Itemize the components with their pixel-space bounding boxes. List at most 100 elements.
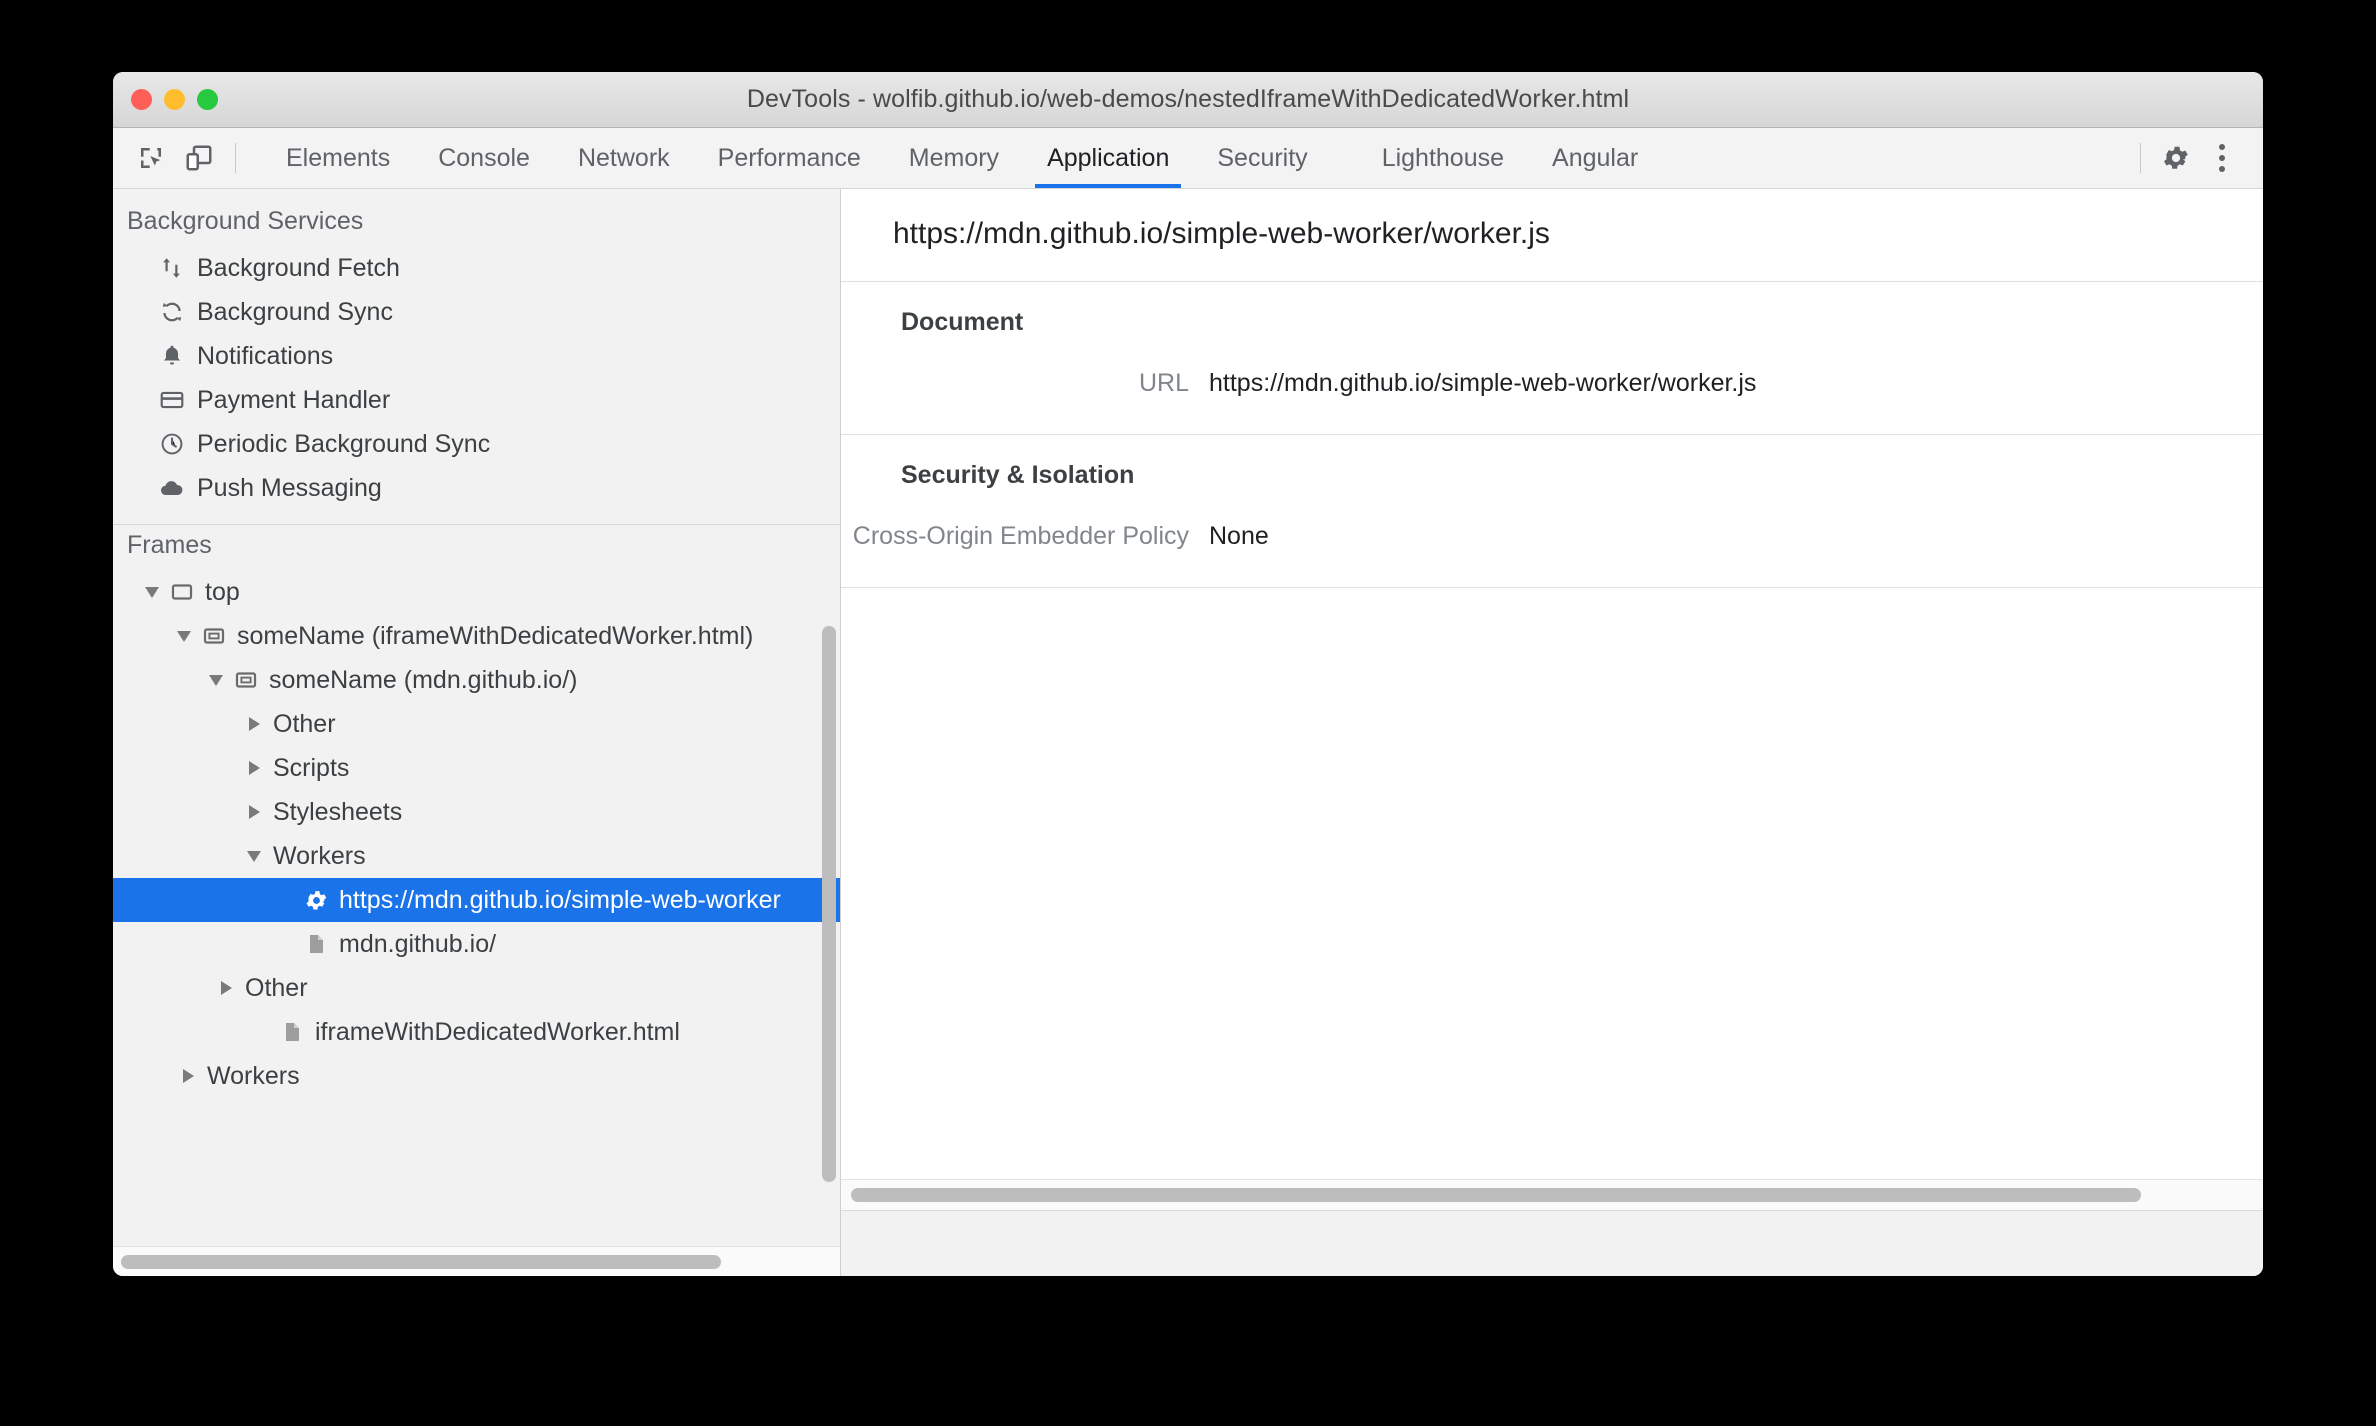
tab-elements[interactable]: Elements	[262, 128, 414, 188]
frame-details-scroll-area: https://mdn.github.io/simple-web-worker/…	[841, 189, 2263, 1179]
tree-row[interactable]: Other	[113, 966, 840, 1010]
inspect-element-icon[interactable]	[127, 128, 175, 188]
sidebar-item-background-sync[interactable]: Background Sync	[113, 290, 840, 334]
tree-row[interactable]: Stylesheets	[113, 790, 840, 834]
sidebar-item-periodic-background-sync[interactable]: Periodic Background Sync	[113, 422, 840, 466]
chevron-down-icon[interactable]	[203, 674, 229, 686]
sidebar-item-notifications[interactable]: Notifications	[113, 334, 840, 378]
tab-label: Memory	[908, 143, 1000, 172]
frame-top-icon	[165, 580, 199, 604]
tree-row[interactable]: top	[113, 570, 840, 614]
toolbar-divider-right	[2140, 143, 2141, 173]
chevron-down-icon[interactable]	[171, 630, 197, 642]
panel-horizontal-scrollbar-thumb[interactable]	[851, 1188, 2141, 1202]
tree-row[interactable]: Workers	[113, 834, 840, 878]
field-value[interactable]: https://mdn.github.io/simple-web-worker/…	[1189, 369, 1756, 398]
tree-row-label: mdn.github.io/	[339, 929, 497, 958]
panel-header: https://mdn.github.io/simple-web-worker/…	[841, 189, 2263, 282]
gear-icon[interactable]	[2153, 135, 2199, 181]
tab-angular[interactable]: Angular	[1528, 128, 1662, 188]
sidebar-item-push-messaging[interactable]: Push Messaging	[113, 466, 840, 510]
tree-row[interactable]: Workers	[113, 1054, 840, 1098]
tab-label: Performance	[717, 143, 861, 172]
devtools-tabbar: Elements Console Network Performance Mem…	[113, 128, 2263, 189]
document-icon	[275, 1020, 309, 1044]
sidebar-item-label: Background Fetch	[197, 253, 400, 282]
section-heading: Security & Isolation	[901, 461, 1135, 489]
cloud-icon	[159, 475, 197, 501]
sidebar-item-label: Payment Handler	[197, 385, 391, 414]
tab-application[interactable]: Application	[1023, 128, 1193, 188]
sidebar-item-payment-handler[interactable]: Payment Handler	[113, 378, 840, 422]
sidebar-item-label: Push Messaging	[197, 473, 382, 502]
sidebar-vertical-scrollbar[interactable]	[822, 626, 836, 1182]
tab-network[interactable]: Network	[554, 128, 694, 188]
panel-tabs: Elements Console Network Performance Mem…	[262, 128, 1662, 188]
chevron-down-icon[interactable]	[241, 850, 267, 862]
tab-performance[interactable]: Performance	[694, 128, 885, 188]
chevron-right-icon[interactable]	[241, 761, 267, 775]
sync-icon	[159, 299, 197, 325]
tree-row-label: Other	[273, 709, 336, 738]
tab-lighthouse[interactable]: Lighthouse	[1358, 128, 1528, 188]
device-toolbar-icon[interactable]	[175, 128, 223, 188]
panel-footer-area	[841, 1210, 2263, 1276]
bell-icon	[159, 343, 197, 369]
field-row-coep: Cross-Origin Embedder Policy None	[841, 516, 2263, 557]
tree-row-label: https://mdn.github.io/simple-web-worker	[339, 885, 781, 914]
sidebar-horizontal-scrollbar-track[interactable]	[113, 1246, 840, 1276]
devtools-body: Background Services Background Fetch Bac…	[113, 189, 2263, 1276]
field-value: None	[1209, 522, 1269, 550]
sidebar-horizontal-scrollbar-thumb[interactable]	[121, 1254, 721, 1269]
page-title: https://mdn.github.io/simple-web-worker/…	[893, 217, 1550, 250]
window-titlebar: DevTools - wolfib.github.io/web-demos/ne…	[113, 72, 2263, 128]
application-sidebar: Background Services Background Fetch Bac…	[113, 189, 841, 1276]
tab-memory[interactable]: Memory	[885, 128, 1023, 188]
tree-row[interactable]: mdn.github.io/	[113, 922, 840, 966]
minimize-window-button[interactable]	[164, 89, 185, 110]
tab-console[interactable]: Console	[414, 128, 554, 188]
sidebar-item-label: Background Sync	[197, 297, 393, 326]
traffic-lights	[131, 89, 218, 110]
close-window-button[interactable]	[131, 89, 152, 110]
chevron-right-icon[interactable]	[213, 981, 239, 995]
tree-row-selected[interactable]: https://mdn.github.io/simple-web-worker	[113, 878, 840, 922]
more-options-icon[interactable]	[2199, 135, 2245, 181]
sidebar-item-background-fetch[interactable]: Background Fetch	[113, 246, 840, 290]
tab-label: Lighthouse	[1381, 143, 1505, 172]
iframe-icon	[197, 624, 231, 648]
maximize-window-button[interactable]	[197, 89, 218, 110]
frames-title: Frames	[127, 531, 212, 559]
security-isolation-section: Security & Isolation Cross-Origin Embedd…	[841, 435, 2263, 588]
tab-security[interactable]: Security	[1193, 128, 1331, 188]
chevron-right-icon[interactable]	[241, 717, 267, 731]
chevron-down-icon[interactable]	[139, 586, 165, 598]
field-label: URL	[1138, 369, 1189, 397]
sidebar-item-label: Periodic Background Sync	[197, 429, 491, 458]
tree-row[interactable]: Scripts	[113, 746, 840, 790]
tree-row-label: iframeWithDedicatedWorker.html	[315, 1017, 680, 1046]
iframe-icon	[229, 668, 263, 692]
field-row-url: URL https://mdn.github.io/simple-web-wor…	[841, 363, 2263, 404]
tree-row-label: top	[205, 577, 240, 606]
panel-horizontal-scrollbar-track[interactable]	[841, 1179, 2263, 1210]
tree-row[interactable]: iframeWithDedicatedWorker.html	[113, 1010, 840, 1054]
tab-label: Network	[577, 143, 670, 172]
chevron-right-icon[interactable]	[241, 805, 267, 819]
field-label: Cross-Origin Embedder Policy	[852, 522, 1189, 550]
tree-row[interactable]: someName (mdn.github.io/)	[113, 658, 840, 702]
background-services-title: Background Services	[127, 207, 364, 235]
toolbar-divider	[235, 143, 236, 173]
tree-row-label: Workers	[207, 1061, 300, 1090]
tree-row-label: Workers	[273, 841, 366, 870]
tree-row-label: Stylesheets	[273, 797, 403, 826]
frame-details-panel: https://mdn.github.io/simple-web-worker/…	[841, 189, 2263, 1276]
background-services-section: Background Services Background Fetch Bac…	[113, 189, 840, 525]
section-heading: Document	[901, 308, 1024, 336]
credit-card-icon	[159, 387, 197, 413]
tree-row[interactable]: Other	[113, 702, 840, 746]
tree-row[interactable]: someName (iframeWithDedicatedWorker.html…	[113, 614, 840, 658]
chevron-right-icon[interactable]	[175, 1069, 201, 1083]
tab-label: Console	[438, 143, 530, 172]
devtools-window: DevTools - wolfib.github.io/web-demos/ne…	[113, 72, 2263, 1276]
